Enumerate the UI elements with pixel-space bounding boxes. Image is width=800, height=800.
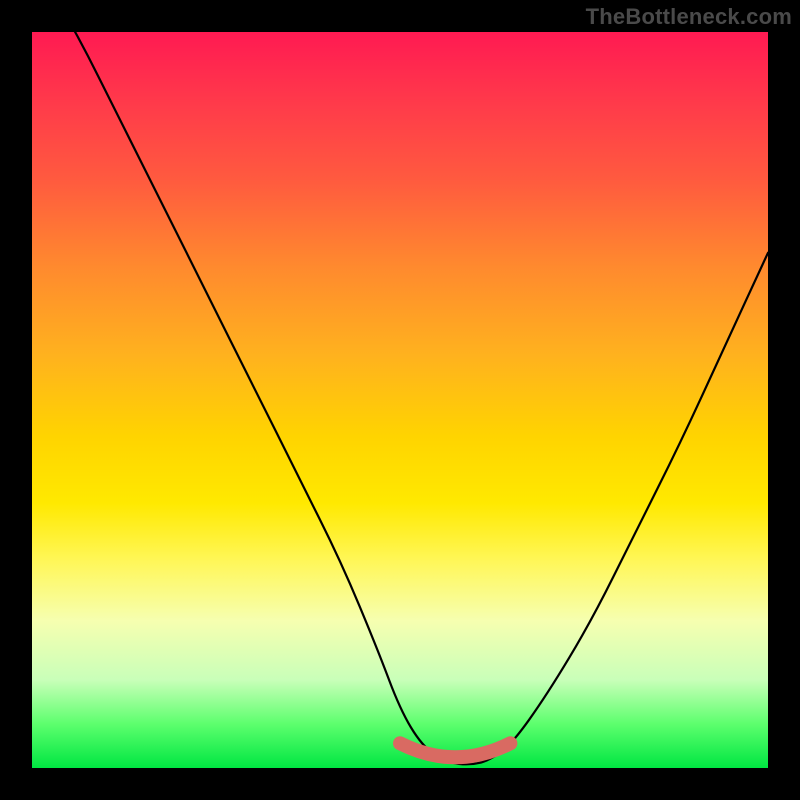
bottleneck-curve-path (32, 0, 768, 764)
optimal-band-path (400, 743, 510, 757)
plot-area (32, 32, 768, 768)
chart-frame: TheBottleneck.com (0, 0, 800, 800)
curve-layer (32, 32, 768, 768)
watermark-text: TheBottleneck.com (586, 4, 792, 30)
